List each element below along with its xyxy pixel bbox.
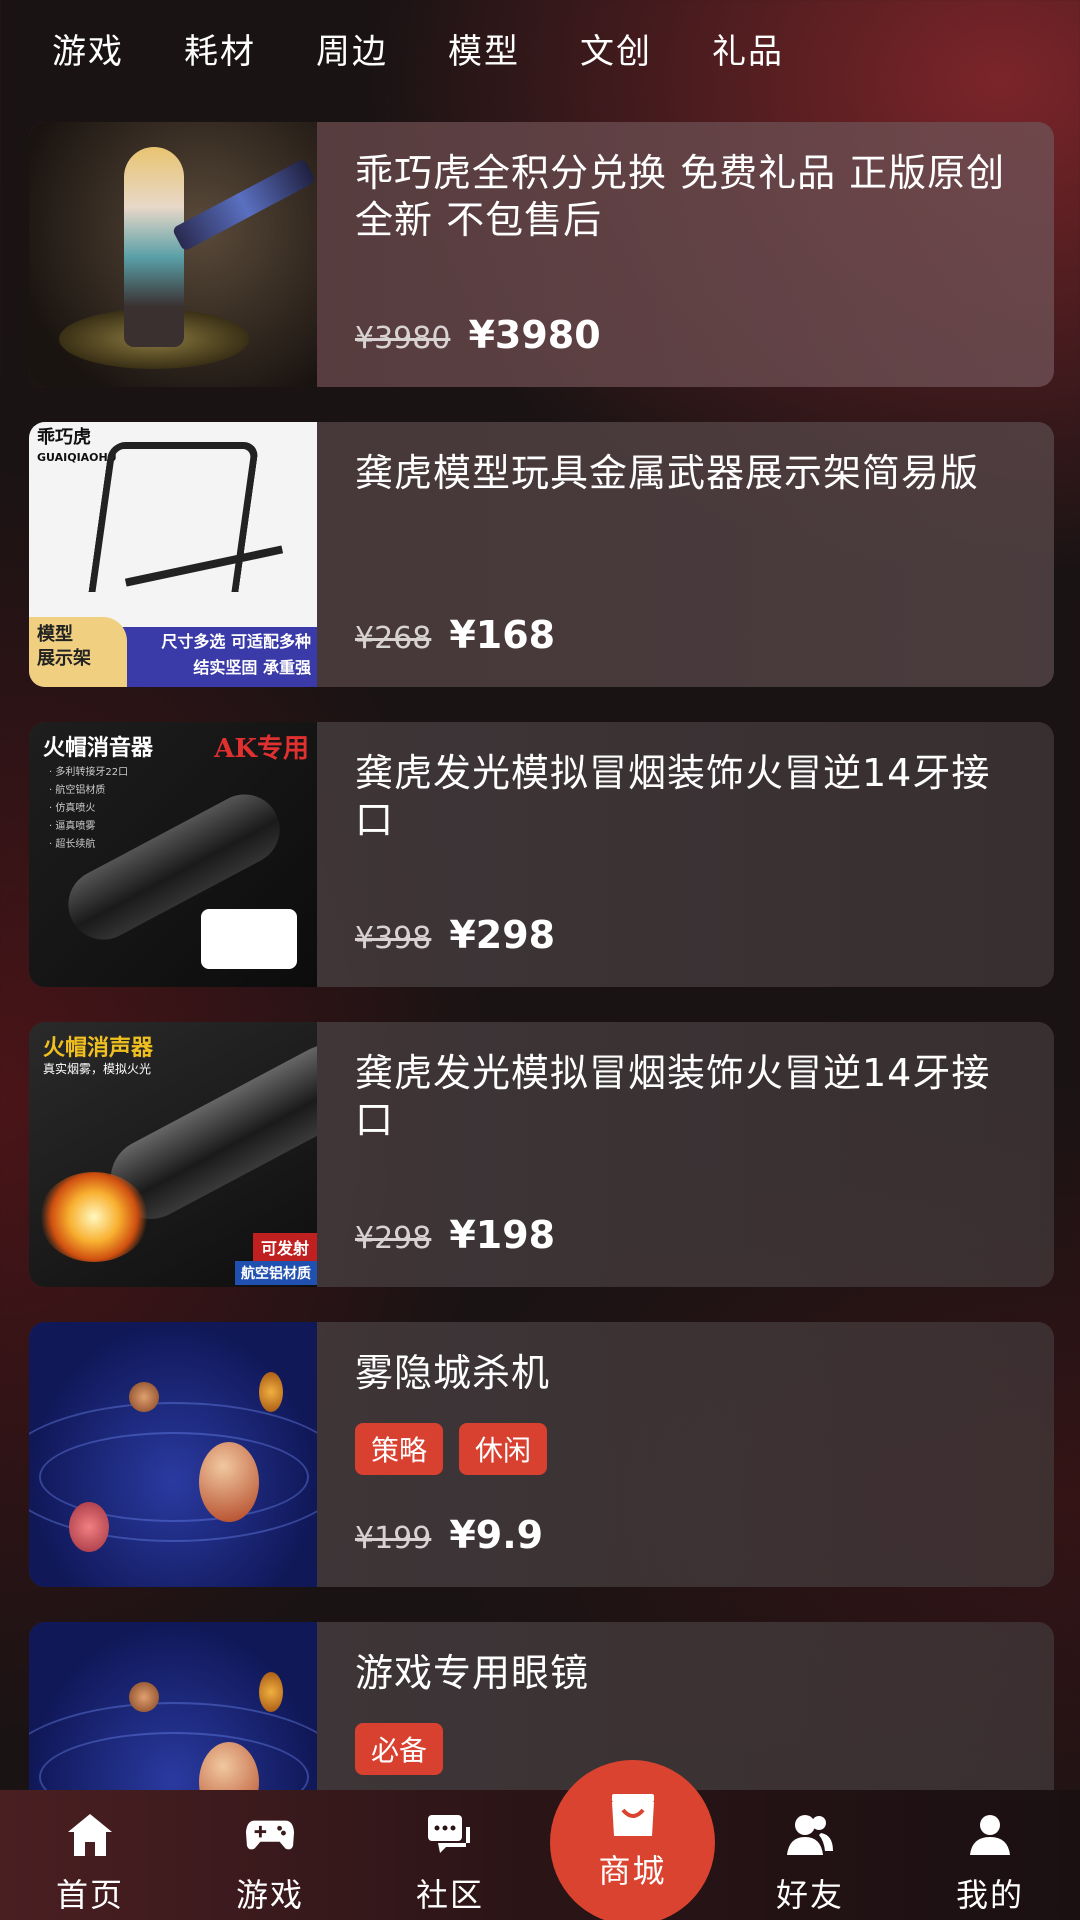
nav-games[interactable]: 游戏 xyxy=(180,1790,360,1920)
thumb-left-label: 模型 展示架 xyxy=(29,617,127,687)
product-title: 雾隐城杀机 xyxy=(355,1351,551,1395)
thumb-left-label-1: 模型 xyxy=(37,624,73,645)
sale-price: ¥3980 xyxy=(468,313,601,357)
nav-label: 社区 xyxy=(415,1876,484,1914)
product-title: 龚虎发光模拟冒烟装饰火冒逆14牙接口 xyxy=(355,1051,991,1142)
thumb-label: 火帽消音器 xyxy=(43,736,154,761)
thumb-features: · 多利转接牙22口 · 航空铝材质 · 仿真喷火 · 逼真喷雾 · 超长续航 xyxy=(49,764,128,854)
user-icon xyxy=(965,1810,1015,1860)
bottom-nav: 首页 游戏 社区 好友 我的 xyxy=(0,1790,1080,1920)
product-image-muzzle: 火帽消声器 真实烟雾，模拟火光 可发射 航空铝材质 xyxy=(29,1022,317,1287)
product-image-silencer: 火帽消音器 AK专用 · 多利转接牙22口 · 航空铝材质 · 仿真喷火 · 逼… xyxy=(29,722,317,987)
product-info: 龚虎模型玩具金属武器展示架简易版 ¥268 ¥168 xyxy=(317,422,1054,687)
tag-essential: 必备 xyxy=(355,1723,444,1775)
thumb-feature: · 仿真喷火 xyxy=(49,803,96,814)
sale-price: ¥198 xyxy=(449,1213,556,1257)
thumb-brand-en: GUAIQIAOHU xyxy=(37,451,117,464)
gamepad-icon xyxy=(245,1810,295,1860)
thumb-brand-cn: 乖巧虎 xyxy=(37,427,91,448)
product-info: 雾隐城杀机 策略 休闲 ¥199 ¥9.9 xyxy=(317,1322,1054,1587)
product-info: 乖巧虎全积分兑换 免费礼品 正版原创全新 不包售后 ¥3980 ¥3980 xyxy=(317,122,1054,387)
shopping-bag-icon xyxy=(608,1790,658,1840)
nav-home[interactable]: 首页 xyxy=(0,1790,180,1920)
nav-label: 我的 xyxy=(955,1876,1024,1914)
thumb-label: 火帽消声器 xyxy=(43,1036,154,1061)
nav-community[interactable]: 社区 xyxy=(360,1790,540,1920)
product-title: 乖巧虎全积分兑换 免费礼品 正版原创全新 不包售后 xyxy=(355,151,1006,242)
home-icon xyxy=(65,1810,115,1860)
original-price: ¥298 xyxy=(355,1221,432,1256)
thumb-right-label-2: 结实坚固 承重强 xyxy=(193,658,311,677)
product-prices: ¥398 ¥298 xyxy=(355,913,555,957)
friends-icon xyxy=(785,1810,835,1860)
tab-consumables[interactable]: 耗材 xyxy=(184,24,256,73)
product-prices: ¥298 ¥198 xyxy=(355,1213,555,1257)
thumb-right-label-1: 尺寸多选 可适配多种 xyxy=(161,632,311,651)
nav-profile[interactable]: 我的 xyxy=(900,1790,1080,1920)
nav-label: 商城 xyxy=(598,1852,667,1890)
thumb-ak-label: AK专用 xyxy=(214,734,309,764)
product-title: 龚虎发光模拟冒烟装饰火冒逆14牙接口 xyxy=(355,751,991,842)
chat-icon xyxy=(425,1810,475,1860)
product-title: 龚虎模型玩具金属武器展示架简易版 xyxy=(355,451,980,495)
tag-casual: 休闲 xyxy=(459,1423,548,1475)
thumb-right-label: 尺寸多选 可适配多种 结实坚固 承重强 xyxy=(161,629,311,681)
tab-gifts[interactable]: 礼品 xyxy=(712,24,784,73)
product-image-figure xyxy=(29,122,317,387)
original-price: ¥268 xyxy=(355,621,432,656)
tag-strategy: 策略 xyxy=(355,1423,444,1475)
nav-label: 首页 xyxy=(55,1876,124,1914)
tab-cultural[interactable]: 文创 xyxy=(580,24,652,73)
original-price: ¥199 xyxy=(355,1521,432,1556)
product-card[interactable]: 雾隐城杀机 策略 休闲 ¥199 ¥9.9 xyxy=(29,1322,1054,1587)
product-prices: ¥3980 ¥3980 xyxy=(355,313,601,357)
thumb-feature: · 航空铝材质 xyxy=(49,785,106,796)
product-tags: 策略 休闲 xyxy=(355,1423,1016,1475)
original-price: ¥3980 xyxy=(355,321,451,356)
product-info: 龚虎发光模拟冒烟装饰火冒逆14牙接口 ¥298 ¥198 xyxy=(317,1022,1054,1287)
thumb-feature: · 多利转接牙22口 xyxy=(49,767,129,778)
tab-games[interactable]: 游戏 xyxy=(52,24,124,73)
product-card[interactable]: 乖巧虎 GUAIQIAOHU 模型 展示架 尺寸多选 可适配多种 结实坚固 承重… xyxy=(29,422,1054,687)
thumb-badge: 航空铝材质 xyxy=(235,1261,317,1285)
sale-price: ¥298 xyxy=(449,913,556,957)
category-tabs: 游戏 耗材 周边 模型 文创 礼品 xyxy=(0,0,1080,96)
thumb-feature: · 逼真喷雾 xyxy=(49,821,96,832)
product-image-space xyxy=(29,1322,317,1587)
thumb-sub: 真实烟雾，模拟火光 xyxy=(43,1062,152,1076)
tab-merchandise[interactable]: 周边 xyxy=(316,24,388,73)
product-list: 乖巧虎全积分兑换 免费礼品 正版原创全新 不包售后 ¥3980 ¥3980 乖巧… xyxy=(29,122,1054,1920)
thumb-badge: 可发射 xyxy=(252,1233,317,1261)
nav-label: 游戏 xyxy=(235,1876,304,1914)
product-title: 游戏专用眼镜 xyxy=(355,1651,590,1695)
tab-models[interactable]: 模型 xyxy=(448,24,520,73)
product-tags: 必备 xyxy=(355,1723,1016,1775)
sale-price: ¥168 xyxy=(449,613,556,657)
product-card[interactable]: 乖巧虎全积分兑换 免费礼品 正版原创全新 不包售后 ¥3980 ¥3980 xyxy=(29,122,1054,387)
sale-price: ¥9.9 xyxy=(449,1513,544,1557)
product-prices: ¥268 ¥168 xyxy=(355,613,555,657)
thumb-brand: 乖巧虎 GUAIQIAOHU xyxy=(37,428,117,468)
product-card[interactable]: 火帽消声器 真实烟雾，模拟火光 可发射 航空铝材质 龚虎发光模拟冒烟装饰火冒逆1… xyxy=(29,1022,1054,1287)
original-price: ¥398 xyxy=(355,921,432,956)
thumb-feature: · 超长续航 xyxy=(49,839,96,850)
thumb-left-label-2: 展示架 xyxy=(37,648,91,669)
nav-friends[interactable]: 好友 xyxy=(720,1790,900,1920)
nav-shop[interactable]: 商城 xyxy=(550,1760,715,1920)
product-info: 龚虎发光模拟冒烟装饰火冒逆14牙接口 ¥398 ¥298 xyxy=(317,722,1054,987)
product-image-rack: 乖巧虎 GUAIQIAOHU 模型 展示架 尺寸多选 可适配多种 结实坚固 承重… xyxy=(29,422,317,687)
product-prices: ¥199 ¥9.9 xyxy=(355,1513,543,1557)
nav-label: 好友 xyxy=(775,1876,844,1914)
product-card[interactable]: 火帽消音器 AK专用 · 多利转接牙22口 · 航空铝材质 · 仿真喷火 · 逼… xyxy=(29,722,1054,987)
